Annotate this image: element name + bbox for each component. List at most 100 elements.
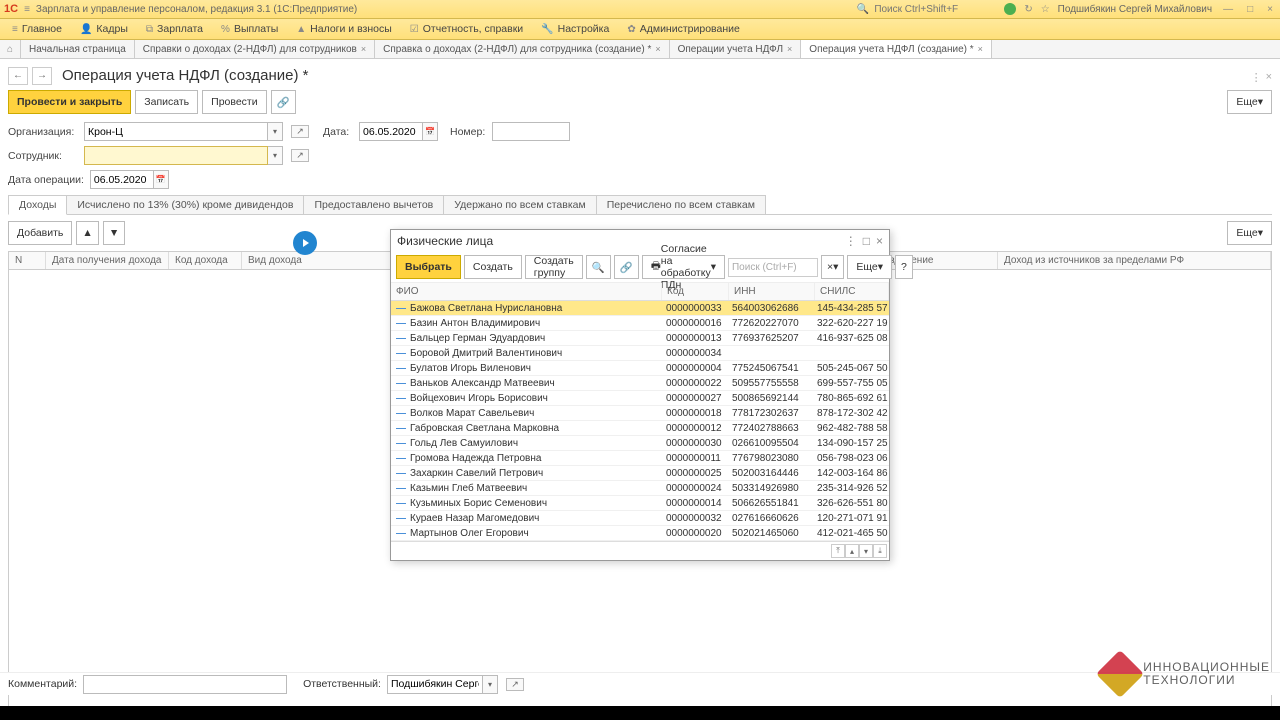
attach-button[interactable]: 🔗	[271, 90, 296, 114]
notifications-icon[interactable]	[1004, 3, 1016, 15]
person-row[interactable]: —Ваньков Александр Матвеевич000000002250…	[391, 376, 889, 391]
employee-dropdown-icon[interactable]: ▾	[268, 146, 283, 165]
scroll-down-icon[interactable]: ▾	[859, 544, 873, 558]
favorites-icon[interactable]: ☆	[1041, 4, 1050, 15]
org-input[interactable]	[84, 122, 268, 141]
person-row[interactable]: —Кузьминых Борис Семенович00000000145066…	[391, 496, 889, 511]
menu-Налоги и взносы[interactable]: ▲Налоги и взносы	[288, 21, 400, 37]
find-button[interactable]: 🔍	[586, 255, 611, 279]
subtab[interactable]: Исчислено по 13% (30%) кроме дивидендов	[66, 195, 304, 214]
close-icon[interactable]: ×	[1264, 4, 1276, 15]
grid-col[interactable]: N	[9, 252, 46, 269]
menu-Администрирование[interactable]: ✿Администрирование	[619, 21, 748, 37]
global-search[interactable]: 🔍	[857, 3, 996, 16]
grid-more-button[interactable]: Еще ▾	[1227, 221, 1272, 245]
person-row[interactable]: —Базин Антон Владимирович000000001677262…	[391, 316, 889, 331]
dialog-menu-icon[interactable]: ⋮	[845, 234, 857, 248]
create-group-button[interactable]: Создать группу	[525, 255, 583, 279]
burger-icon[interactable]: ≡	[24, 4, 30, 15]
person-row[interactable]: —Войцехович Игорь Борисович0000000027500…	[391, 391, 889, 406]
post-and-close-button[interactable]: Провести и закрыть	[8, 90, 131, 114]
opdate-calendar-icon[interactable]: 📅	[154, 170, 169, 189]
col-inn[interactable]: ИНН	[729, 283, 815, 300]
person-row[interactable]: —Захаркин Савелий Петрович00000000255020…	[391, 466, 889, 481]
scroll-bottom-icon[interactable]: ⤓	[873, 544, 887, 558]
col-snils[interactable]: СНИЛС	[815, 283, 889, 300]
subtab[interactable]: Предоставлено вычетов	[303, 195, 444, 214]
number-input[interactable]	[492, 122, 570, 141]
tab-close-icon[interactable]: ×	[361, 44, 366, 54]
page-close-icon[interactable]: ×	[1266, 71, 1272, 84]
move-up-button[interactable]: ▲	[76, 221, 98, 245]
col-code[interactable]: Код	[662, 283, 729, 300]
menu-Зарплата[interactable]: ⧉Зарплата	[138, 21, 211, 37]
menu-Отчетность, справки[interactable]: ☑Отчетность, справки	[402, 21, 531, 37]
org-open-button[interactable]: ↗	[291, 125, 309, 138]
menu-Кадры[interactable]: 👤Кадры	[72, 21, 136, 37]
grid-col[interactable]: Дата получения дохода	[46, 252, 169, 269]
dialog-help-button[interactable]: ?	[895, 255, 913, 279]
person-row[interactable]: —Боровой Дмитрий Валентинович0000000034	[391, 346, 889, 361]
maximize-icon[interactable]: □	[1244, 4, 1256, 15]
search-input[interactable]	[872, 3, 996, 16]
move-down-button[interactable]: ▼	[103, 221, 125, 245]
person-row[interactable]: —Гольд Лев Самуилович0000000030026610095…	[391, 436, 889, 451]
select-button[interactable]: Выбрать	[396, 255, 461, 279]
dialog-search-button[interactable]: ×▾	[821, 255, 844, 279]
minimize-icon[interactable]: —	[1220, 4, 1236, 15]
back-button[interactable]: ←	[8, 67, 28, 85]
forward-button[interactable]: →	[32, 67, 52, 85]
date-input[interactable]	[359, 122, 423, 141]
person-row[interactable]: —Волков Марат Савельевич0000000018778172…	[391, 406, 889, 421]
scroll-up-icon[interactable]: ▴	[845, 544, 859, 558]
responsible-open-button[interactable]: ↗	[506, 678, 524, 691]
person-row[interactable]: —Казьмин Глеб Матвеевич00000000245033149…	[391, 481, 889, 496]
person-row[interactable]: —Громова Надежда Петровна000000001177679…	[391, 451, 889, 466]
grid-col[interactable]: Код дохода	[169, 252, 242, 269]
opdate-input[interactable]	[90, 170, 154, 189]
create-button[interactable]: Создать	[464, 255, 522, 279]
subtab[interactable]: Доходы	[8, 195, 67, 215]
tab-close-icon[interactable]: ×	[655, 44, 660, 54]
org-dropdown-icon[interactable]: ▾	[268, 122, 283, 141]
tab[interactable]: Операция учета НДФЛ (создание) *×	[801, 40, 992, 58]
consent-button[interactable]: 🖶 Согласие на обработку ПДн ▾	[642, 255, 725, 279]
responsible-dropdown-icon[interactable]: ▾	[483, 675, 498, 694]
home-icon[interactable]: ⌂	[0, 40, 21, 58]
col-fio[interactable]: ФИО	[391, 283, 662, 300]
employee-input[interactable]	[84, 146, 268, 165]
scroll-top-icon[interactable]: ⤒	[831, 544, 845, 558]
grid-col[interactable]: Вид дохода	[242, 252, 405, 269]
date-calendar-icon[interactable]: 📅	[423, 122, 438, 141]
tab[interactable]: Справка о доходах (2-НДФЛ) для сотрудник…	[375, 40, 669, 58]
dialog-search[interactable]: Поиск (Ctrl+F)	[728, 258, 818, 277]
menu-Главное[interactable]: ≡Главное	[4, 21, 70, 37]
tab-close-icon[interactable]: ×	[978, 44, 983, 54]
person-row[interactable]: —Бальцер Герман Эдуардович00000000137769…	[391, 331, 889, 346]
person-row[interactable]: —Мартынов Олег Егорович00000000205020214…	[391, 526, 889, 541]
person-row[interactable]: —Булатов Игорь Виленович0000000004775245…	[391, 361, 889, 376]
subtab[interactable]: Перечислено по всем ставкам	[596, 195, 766, 214]
tab[interactable]: Справки о доходах (2-НДФЛ) для сотрудник…	[135, 40, 375, 58]
menu-Настройка[interactable]: 🔧Настройка	[533, 21, 617, 37]
employee-open-button[interactable]: ↗	[291, 149, 309, 162]
tab[interactable]: Начальная страница	[21, 40, 135, 58]
dialog-more-button[interactable]: Еще ▾	[847, 255, 892, 279]
tab[interactable]: Операции учета НДФЛ×	[670, 40, 802, 58]
save-button[interactable]: Записать	[135, 90, 198, 114]
dialog-close-icon[interactable]: ×	[876, 234, 883, 248]
add-row-button[interactable]: Добавить	[8, 221, 72, 245]
attach-person-button[interactable]: 🔗	[614, 255, 639, 279]
comment-input[interactable]	[83, 675, 287, 694]
person-row[interactable]: —Габровская Светлана Марковна00000000127…	[391, 421, 889, 436]
grid-col[interactable]: Доход из источников за пределами РФ	[998, 252, 1271, 269]
tab-close-icon[interactable]: ×	[787, 44, 792, 54]
more-button[interactable]: Еще ▾	[1227, 90, 1272, 114]
history-icon[interactable]: ↻	[1024, 4, 1032, 15]
menu-Выплаты[interactable]: %Выплаты	[213, 21, 286, 37]
dialog-maximize-icon[interactable]: □	[863, 234, 870, 248]
responsible-input[interactable]	[387, 675, 483, 694]
current-user[interactable]: Подшибякин Сергей Михайлович	[1058, 4, 1212, 15]
person-row[interactable]: —Кураев Назар Магомедович000000003202761…	[391, 511, 889, 526]
page-menu-icon[interactable]: ⋮	[1251, 71, 1262, 84]
